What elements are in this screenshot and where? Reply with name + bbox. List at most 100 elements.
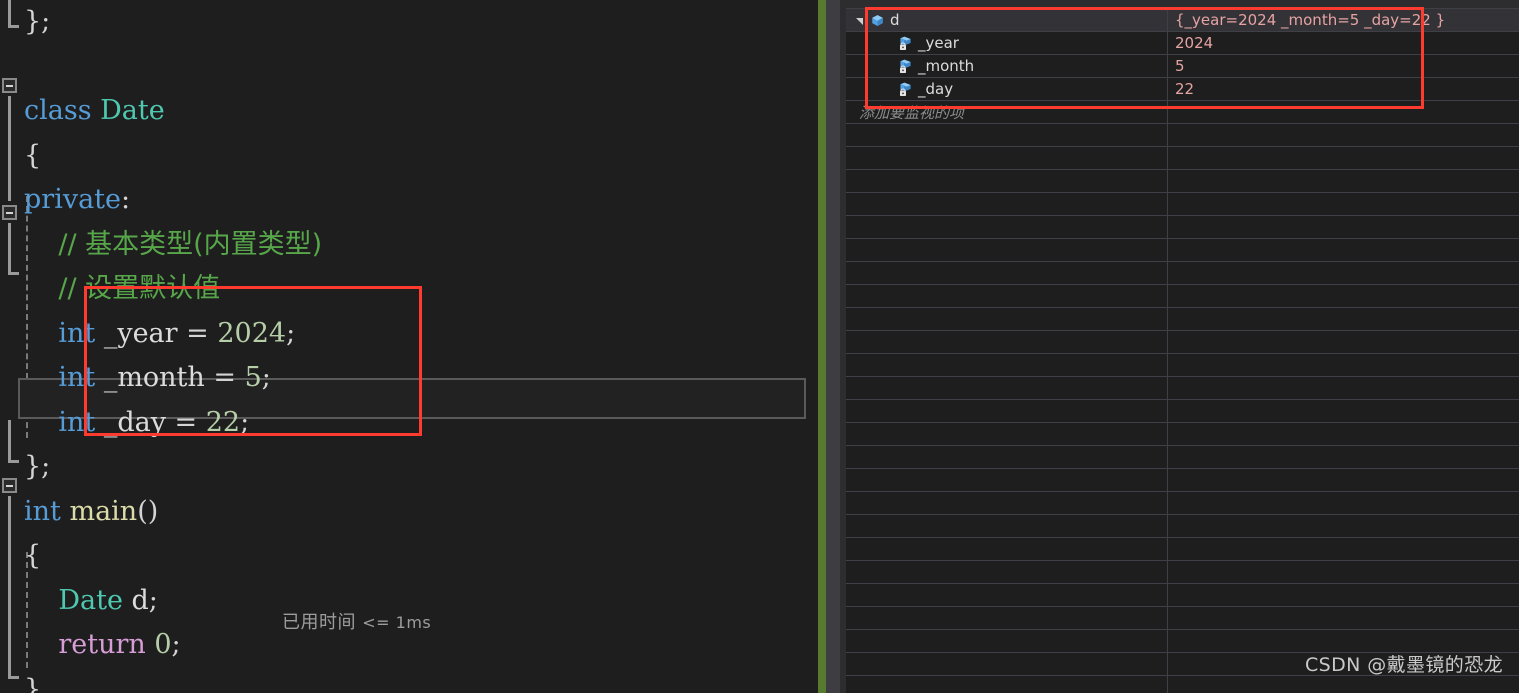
watch-empty-row[interactable] [846, 146, 1519, 170]
watch-empty-name-cell[interactable] [846, 537, 1168, 561]
code-line[interactable]: { [18, 534, 818, 579]
watch-empty-name-cell[interactable] [846, 514, 1168, 538]
watch-empty-value-cell[interactable] [1168, 216, 1519, 239]
fold-toggle-main[interactable] [2, 478, 17, 493]
watch-empty-name-cell[interactable] [846, 215, 1168, 239]
watch-empty-name-cell[interactable] [846, 284, 1168, 308]
watch-empty-name-cell[interactable] [846, 238, 1168, 262]
watch-empty-value-cell[interactable] [1168, 446, 1519, 469]
watch-empty-name-cell[interactable] [846, 399, 1168, 423]
watch-empty-value-cell[interactable] [1168, 676, 1519, 693]
code-line[interactable]: } [18, 668, 818, 693]
watch-empty-row[interactable] [846, 399, 1519, 423]
watch-empty-row[interactable] [846, 330, 1519, 354]
watch-empty-row[interactable] [846, 514, 1519, 538]
watch-row[interactable]: _day 22 [846, 77, 1519, 101]
code-line[interactable] [18, 45, 818, 90]
watch-empty-row[interactable] [846, 169, 1519, 193]
code-line[interactable]: int main() [18, 490, 818, 535]
watch-empty-value-cell[interactable] [1168, 170, 1519, 193]
code-line[interactable]: // 基本类型(内置类型) [18, 223, 818, 268]
watch-name-cell[interactable]: d [846, 8, 1168, 32]
watch-empty-name-cell[interactable] [846, 675, 1168, 693]
watch-empty-value-cell[interactable] [1168, 262, 1519, 285]
fold-toggle-comment[interactable] [2, 205, 17, 220]
watch-empty-name-cell[interactable] [846, 583, 1168, 607]
watch-row-list[interactable]: d {_year=2024 _month=5 _day=22 } _year 2024… [846, 8, 1519, 693]
watch-add-item-value-cell[interactable] [1168, 101, 1519, 124]
code-line[interactable]: class Date [18, 89, 818, 134]
watch-value-cell[interactable]: {_year=2024 _month=5 _day=22 } [1168, 9, 1519, 32]
watch-empty-name-cell[interactable] [846, 422, 1168, 446]
watch-row[interactable]: _year 2024 [846, 31, 1519, 55]
watch-name-cell[interactable]: _year [846, 31, 1168, 55]
watch-empty-row[interactable] [846, 537, 1519, 561]
watch-empty-value-cell[interactable] [1168, 377, 1519, 400]
watch-empty-value-cell[interactable] [1168, 561, 1519, 584]
watch-empty-row[interactable] [846, 123, 1519, 147]
watch-value-cell[interactable]: 5 [1168, 55, 1519, 78]
watch-empty-row[interactable] [846, 583, 1519, 607]
code-line[interactable]: // 设置默认值 [18, 267, 818, 312]
watch-empty-value-cell[interactable] [1168, 538, 1519, 561]
watch-empty-row[interactable] [846, 284, 1519, 308]
watch-empty-value-cell[interactable] [1168, 515, 1519, 538]
watch-empty-value-cell[interactable] [1168, 469, 1519, 492]
code-line[interactable]: }; [18, 445, 818, 490]
watch-empty-value-cell[interactable] [1168, 423, 1519, 446]
watch-empty-row[interactable] [846, 238, 1519, 262]
watch-empty-row[interactable] [846, 215, 1519, 239]
watch-row[interactable]: d {_year=2024 _month=5 _day=22 } [846, 8, 1519, 32]
watch-empty-row[interactable] [846, 560, 1519, 584]
watch-empty-name-cell[interactable] [846, 491, 1168, 515]
watch-empty-name-cell[interactable] [846, 376, 1168, 400]
code-line[interactable]: int _year = 2024; [18, 312, 818, 357]
watch-empty-value-cell[interactable] [1168, 331, 1519, 354]
code-line[interactable]: int _month = 5; [18, 356, 818, 401]
watch-empty-name-cell[interactable] [846, 468, 1168, 492]
watch-empty-name-cell[interactable] [846, 606, 1168, 630]
watch-empty-value-cell[interactable] [1168, 584, 1519, 607]
fold-toggle-class[interactable] [2, 78, 17, 93]
code-line[interactable]: }; [18, 0, 818, 45]
watch-empty-row[interactable] [846, 445, 1519, 469]
watch-empty-value-cell[interactable] [1168, 239, 1519, 262]
watch-empty-value-cell[interactable] [1168, 124, 1519, 147]
watch-empty-value-cell[interactable] [1168, 308, 1519, 331]
code-line[interactable]: { [18, 134, 818, 179]
watch-empty-row[interactable] [846, 261, 1519, 285]
watch-window[interactable]: d {_year=2024 _month=5 _day=22 } _year 2024… [846, 0, 1519, 693]
watch-empty-value-cell[interactable] [1168, 193, 1519, 216]
watch-empty-name-cell[interactable] [846, 560, 1168, 584]
watch-empty-name-cell[interactable] [846, 123, 1168, 147]
watch-empty-name-cell[interactable] [846, 353, 1168, 377]
watch-empty-name-cell[interactable] [846, 652, 1168, 676]
code-line[interactable]: int _day = 22; [18, 401, 818, 446]
watch-empty-row[interactable] [846, 307, 1519, 331]
code-line[interactable]: private: [18, 178, 818, 223]
watch-empty-value-cell[interactable] [1168, 400, 1519, 423]
watch-empty-name-cell[interactable] [846, 169, 1168, 193]
watch-empty-value-cell[interactable] [1168, 285, 1519, 308]
editor-gutter[interactable] [0, 0, 19, 693]
watch-empty-value-cell[interactable] [1168, 492, 1519, 515]
watch-empty-name-cell[interactable] [846, 307, 1168, 331]
watch-value-cell[interactable]: 22 [1168, 78, 1519, 101]
watch-value-cell[interactable]: 2024 [1168, 32, 1519, 55]
watch-empty-row[interactable] [846, 606, 1519, 630]
watch-empty-name-cell[interactable] [846, 192, 1168, 216]
watch-add-item-row[interactable]: 添加要监视的项 [846, 100, 1519, 124]
watch-name-cell[interactable]: _day [846, 77, 1168, 101]
expander-triangle-down-icon[interactable] [851, 9, 867, 32]
watch-add-item-cell[interactable]: 添加要监视的项 [846, 100, 1168, 124]
watch-empty-row[interactable] [846, 422, 1519, 446]
watch-empty-row[interactable] [846, 353, 1519, 377]
watch-empty-row[interactable] [846, 675, 1519, 693]
watch-empty-row[interactable] [846, 468, 1519, 492]
watch-empty-value-cell[interactable] [1168, 354, 1519, 377]
watch-empty-row[interactable] [846, 192, 1519, 216]
code-editor[interactable]: }; class Date {private: // 基本类型(内置类型) // 设… [0, 0, 818, 693]
watch-empty-name-cell[interactable] [846, 330, 1168, 354]
watch-empty-row[interactable] [846, 491, 1519, 515]
watch-empty-name-cell[interactable] [846, 146, 1168, 170]
